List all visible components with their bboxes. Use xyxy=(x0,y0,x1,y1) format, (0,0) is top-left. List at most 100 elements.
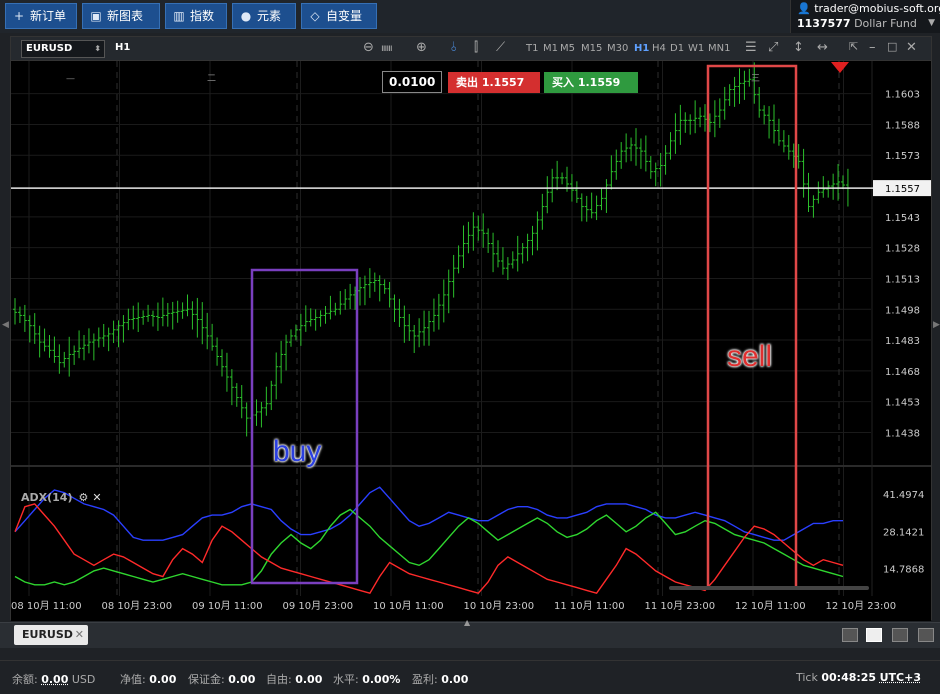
close-icon[interactable]: ✕ xyxy=(92,491,101,504)
chevron-down-icon[interactable]: ▼ xyxy=(928,18,935,28)
profit-status: 盈利: 0.00 xyxy=(412,671,468,687)
price-tick-label: 1.1603 xyxy=(885,90,920,101)
new-order-button[interactable]: + 新订单 xyxy=(5,3,77,29)
bar-type-icon[interactable]: ⫰ xyxy=(451,40,457,55)
adx-label: ADX(14) ⚙ ✕ xyxy=(21,491,102,504)
timezone-value[interactable]: UTC+3 xyxy=(880,671,921,684)
timeframe-mn1[interactable]: MN1 xyxy=(708,43,730,54)
close-icon[interactable]: ✕ xyxy=(75,625,84,645)
equity-value: 0.00 xyxy=(149,673,176,686)
layout-columns-icon[interactable] xyxy=(892,628,908,642)
timeframe-m30[interactable]: M30 xyxy=(607,43,628,54)
buy-button[interactable]: 买入 1.1559 xyxy=(544,72,638,93)
line-type-icon[interactable]: ⟋ xyxy=(496,40,505,55)
account-fund-name: Dollar Fund xyxy=(854,17,917,30)
shapes-icon: ● xyxy=(239,4,253,28)
zoom-level-icon: ıııııı xyxy=(381,43,392,54)
level-value: 0.00% xyxy=(362,673,400,686)
indicators-label: 指数 xyxy=(190,9,214,23)
margin-label: 保证金: xyxy=(188,673,225,686)
price-tick-label: 1.1528 xyxy=(885,244,920,255)
maximize-icon[interactable]: □ xyxy=(887,40,897,53)
sell-annotation: sell xyxy=(727,340,772,374)
vertical-line-icon[interactable]: ↕ xyxy=(793,40,804,55)
chart-scrollbar[interactable] xyxy=(669,586,869,590)
resize-handle-icon[interactable]: ▲ xyxy=(464,618,470,627)
clock-status: Tick 00:48:25 UTC+3 xyxy=(796,671,921,684)
zoom-out-icon[interactable]: ⊖ xyxy=(363,40,374,55)
margin-value: 0.00 xyxy=(228,673,255,686)
current-timeframe: H1 xyxy=(115,42,130,53)
minimize-icon[interactable]: – xyxy=(869,40,876,55)
time-tick-label: 08 10月 23:00 xyxy=(102,600,173,612)
user-icon: 👤 xyxy=(797,2,811,15)
new-chart-button[interactable]: ▣ 新图表 xyxy=(82,3,160,29)
balance-unit: USD xyxy=(72,673,96,686)
time-tick-label: 11 10月 23:00 xyxy=(645,600,716,612)
equity-status: 净值: 0.00 xyxy=(120,671,176,687)
new-chart-label: 新图表 xyxy=(107,9,143,23)
sell-label: 卖出 xyxy=(456,76,478,89)
zoom-in-icon[interactable]: ⊕ xyxy=(416,40,427,55)
chart-window: EURUSD ⬍ H1 ⊖ ıııııı ⊕ ⫰ ⫿ ⟋ T1 M1 M5 M15 M30… xyxy=(10,36,932,620)
elements-button[interactable]: ● 元素 xyxy=(232,3,296,29)
symbol-select-value: EURUSD xyxy=(26,43,72,54)
indicator-list-icon[interactable]: ☰ xyxy=(745,40,757,55)
layout-single-icon[interactable] xyxy=(842,628,858,642)
price-tick-label: 1.1543 xyxy=(885,213,920,224)
tab-eurusd[interactable]: EURUSD ✕ xyxy=(14,625,88,645)
chart-icon: ▣ xyxy=(89,4,103,28)
chart-toolbar: EURUSD ⬍ H1 ⊖ ıııııı ⊕ ⫰ ⫿ ⟋ T1 M1 M5 M15 M30… xyxy=(11,37,931,61)
tab-label: EURUSD xyxy=(22,628,73,641)
timeframe-w1[interactable]: W1 xyxy=(688,43,704,54)
left-arrow-icon[interactable]: ◀ xyxy=(2,320,9,330)
level-label: 水平: xyxy=(333,673,359,686)
detach-icon[interactable]: ⇱ xyxy=(849,40,858,53)
spread-box[interactable]: 0.0100 xyxy=(382,71,442,93)
account-fund: 1137577 Dollar Fund xyxy=(797,17,917,30)
free-status: 自由: 0.00 xyxy=(266,671,322,687)
timeframe-d1[interactable]: D1 xyxy=(670,43,684,54)
timeframe-h1[interactable]: H1 xyxy=(634,43,649,54)
current-price-label: 1.1557 xyxy=(885,184,920,195)
elements-label: 元素 xyxy=(257,9,281,23)
account-email: trader@mobius-soft.org xyxy=(814,2,940,15)
account-panel[interactable]: 👤 trader@mobius-soft.org 1137577 Dollar … xyxy=(790,0,940,33)
timeframe-t1[interactable]: T1 xyxy=(526,43,538,54)
time-tick-label: 09 10月 11:00 xyxy=(192,600,263,612)
price-tick-label: 1.1453 xyxy=(885,398,920,409)
time-tick-label: 11 10月 11:00 xyxy=(554,600,625,612)
indicators-button[interactable]: ▥ 指数 xyxy=(165,3,227,29)
variables-label: 自变量 xyxy=(326,9,362,23)
close-icon[interactable]: ✕ xyxy=(906,40,917,55)
free-label: 自由: xyxy=(266,673,292,686)
gear-icon[interactable]: ⚙ xyxy=(79,491,89,504)
equity-label: 净值: xyxy=(120,673,146,686)
chart-plot[interactable]: 1.1603 1.1588 1.1573 1.1543 1.1528 1.1513 1.14… xyxy=(11,61,931,621)
sell-button[interactable]: 卖出 1.1557 xyxy=(448,72,540,93)
adx-name: ADX(14) xyxy=(21,491,73,504)
trading-app: + 新订单 ▣ 新图表 ▥ 指数 ● 元素 ◇ 自变量 👤 trader@mobius-s… xyxy=(0,0,940,694)
adx-tick-label: 41.4974 xyxy=(883,490,924,501)
candle-type-icon[interactable]: ⫿ xyxy=(474,40,478,55)
layout-rows-icon[interactable] xyxy=(918,628,934,642)
horizontal-line-icon[interactable]: ↔ xyxy=(817,40,828,55)
new-order-label: 新订单 xyxy=(30,9,66,23)
timeframe-m1[interactable]: M1 xyxy=(543,43,558,54)
adx-tick-label: 28.1421 xyxy=(883,527,924,538)
variables-button[interactable]: ◇ 自变量 xyxy=(301,3,377,29)
account-user: 👤 trader@mobius-soft.org xyxy=(797,2,940,15)
balance-value: 0.00 xyxy=(41,673,68,686)
timeframe-m15[interactable]: M15 xyxy=(581,43,602,54)
plus-icon: + xyxy=(12,4,26,28)
trend-line-icon[interactable]: ⤢ xyxy=(768,40,778,55)
layout-grid-icon[interactable] xyxy=(866,628,882,642)
symbol-select[interactable]: EURUSD ⬍ xyxy=(21,40,105,58)
right-arrow-icon[interactable]: ▶ xyxy=(933,320,940,330)
timeframe-h4[interactable]: H4 xyxy=(652,43,666,54)
price-chart-svg[interactable]: 1.1603 1.1588 1.1573 1.1543 1.1528 1.1513 1.14… xyxy=(11,61,931,621)
timeframe-m5[interactable]: M5 xyxy=(560,43,575,54)
time-tick-label: 10 10月 11:00 xyxy=(373,600,444,612)
account-id: 1137577 xyxy=(797,17,851,30)
chart-tab-bar: ▲ EURUSD ✕ xyxy=(0,622,940,648)
